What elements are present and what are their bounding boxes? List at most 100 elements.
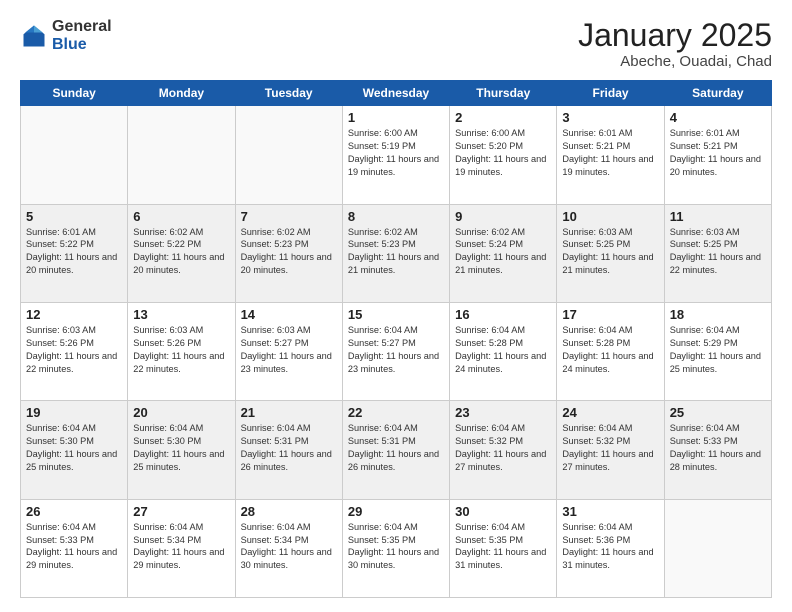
day-number: 3 xyxy=(562,110,658,125)
day-info: Sunrise: 6:02 AM Sunset: 5:23 PM Dayligh… xyxy=(241,226,337,278)
calendar-cell: 20Sunrise: 6:04 AM Sunset: 5:30 PM Dayli… xyxy=(128,401,235,499)
calendar-cell: 5 Sunrise: 6:01 AM Sunset: 5:22 PM Daylig… xyxy=(21,204,128,302)
day-number: 9 xyxy=(455,209,551,224)
day-info: Sunrise: 6:04 AM Sunset: 5:35 PM Dayligh… xyxy=(348,521,444,573)
calendar-cell: 2 Sunrise: 6:00 AM Sunset: 5:20 PM Daylig… xyxy=(450,106,557,204)
day-info: Sunrise: 6:04 AM Sunset: 5:31 PM Dayligh… xyxy=(241,422,337,474)
title-block: January 2025 Abeche, Ouadai, Chad xyxy=(578,18,772,70)
day-info: Sunrise: 6:03 AM Sunset: 5:26 PM Dayligh… xyxy=(133,324,229,376)
calendar-cell: 21 Sunrise: 6:04 AM Sunset: 5:31 PM Dayli… xyxy=(235,401,342,499)
day-info: Sunrise: 6:00 AM Sunset: 5:20 PM Dayligh… xyxy=(455,127,551,179)
location-title: Abeche, Ouadai, Chad xyxy=(578,53,772,70)
calendar-cell: 9 Sunrise: 6:02 AM Sunset: 5:24 PM Daylig… xyxy=(450,204,557,302)
day-number: 11 xyxy=(670,209,766,224)
calendar-cell: 6Sunrise: 6:02 AM Sunset: 5:22 PM Daylig… xyxy=(128,204,235,302)
day-info: Sunrise: 6:04 AM Sunset: 5:33 PM Dayligh… xyxy=(26,521,122,573)
day-info: Sunrise: 6:04 AM Sunset: 5:31 PM Dayligh… xyxy=(348,422,444,474)
logo-text: General Blue xyxy=(52,18,112,53)
calendar-cell: 27 Sunrise: 6:04 AM Sunset: 5:34 PM Dayli… xyxy=(128,499,235,597)
calendar-cell: 23 Sunrise: 6:04 AM Sunset: 5:32 PM Dayli… xyxy=(450,401,557,499)
calendar-cell: 15Sunrise: 6:04 AM Sunset: 5:27 PM Dayli… xyxy=(342,302,449,400)
day-number: 28 xyxy=(241,504,337,519)
header-wednesday: Wednesday xyxy=(342,81,449,106)
day-number: 21 xyxy=(241,405,337,420)
header-thursday: Thursday xyxy=(450,81,557,106)
day-info: Sunrise: 6:00 AM Sunset: 5:19 PM Dayligh… xyxy=(348,127,444,179)
calendar-cell: 28 Sunrise: 6:04 AM Sunset: 5:34 PM Dayli… xyxy=(235,499,342,597)
calendar-cell xyxy=(664,499,771,597)
calendar-cell xyxy=(235,106,342,204)
day-number: 7 xyxy=(241,209,337,224)
day-number: 31 xyxy=(562,504,658,519)
calendar-cell: 18 Sunrise: 6:04 AM Sunset: 5:29 PM Dayli… xyxy=(664,302,771,400)
day-info: Sunrise: 6:04 AM Sunset: 5:35 PM Dayligh… xyxy=(455,521,551,573)
month-title: January 2025 xyxy=(578,18,772,53)
day-number: 2 xyxy=(455,110,551,125)
header-friday: Friday xyxy=(557,81,664,106)
calendar-cell: 7 Sunrise: 6:02 AM Sunset: 5:23 PM Daylig… xyxy=(235,204,342,302)
day-number: 17 xyxy=(562,307,658,322)
day-number: 16 xyxy=(455,307,551,322)
calendar: Sunday Monday Tuesday Wednesday Thursday… xyxy=(20,80,772,598)
calendar-cell: 24 Sunrise: 6:04 AM Sunset: 5:32 PM Dayli… xyxy=(557,401,664,499)
calendar-week-row-2: 12 Sunrise: 6:03 AM Sunset: 5:26 PM Dayli… xyxy=(21,302,772,400)
day-info: Sunrise: 6:04 AM Sunset: 5:30 PM Dayligh… xyxy=(26,422,122,474)
day-number: 6 xyxy=(133,209,229,224)
calendar-cell: 3 Sunrise: 6:01 AM Sunset: 5:21 PM Daylig… xyxy=(557,106,664,204)
day-info: Sunrise: 6:04 AM Sunset: 5:32 PM Dayligh… xyxy=(455,422,551,474)
logo: General Blue xyxy=(20,18,112,53)
calendar-cell: 17 Sunrise: 6:04 AM Sunset: 5:28 PM Dayli… xyxy=(557,302,664,400)
calendar-cell: 12 Sunrise: 6:03 AM Sunset: 5:26 PM Dayli… xyxy=(21,302,128,400)
calendar-cell: 4 Sunrise: 6:01 AM Sunset: 5:21 PM Daylig… xyxy=(664,106,771,204)
day-number: 30 xyxy=(455,504,551,519)
day-info: Sunrise: 6:03 AM Sunset: 5:26 PM Dayligh… xyxy=(26,324,122,376)
calendar-week-row-1: 5 Sunrise: 6:01 AM Sunset: 5:22 PM Daylig… xyxy=(21,204,772,302)
calendar-cell: 16Sunrise: 6:04 AM Sunset: 5:28 PM Dayli… xyxy=(450,302,557,400)
day-number: 12 xyxy=(26,307,122,322)
day-number: 5 xyxy=(26,209,122,224)
weekday-header-row: Sunday Monday Tuesday Wednesday Thursday… xyxy=(21,81,772,106)
day-info: Sunrise: 6:04 AM Sunset: 5:34 PM Dayligh… xyxy=(241,521,337,573)
header-monday: Monday xyxy=(128,81,235,106)
day-info: Sunrise: 6:01 AM Sunset: 5:21 PM Dayligh… xyxy=(562,127,658,179)
day-number: 26 xyxy=(26,504,122,519)
day-info: Sunrise: 6:04 AM Sunset: 5:32 PM Dayligh… xyxy=(562,422,658,474)
calendar-cell: 19Sunrise: 6:04 AM Sunset: 5:30 PM Dayli… xyxy=(21,401,128,499)
calendar-week-row-3: 19Sunrise: 6:04 AM Sunset: 5:30 PM Dayli… xyxy=(21,401,772,499)
day-info: Sunrise: 6:03 AM Sunset: 5:25 PM Dayligh… xyxy=(670,226,766,278)
day-number: 14 xyxy=(241,307,337,322)
day-info: Sunrise: 6:02 AM Sunset: 5:24 PM Dayligh… xyxy=(455,226,551,278)
day-info: Sunrise: 6:04 AM Sunset: 5:33 PM Dayligh… xyxy=(670,422,766,474)
calendar-cell xyxy=(21,106,128,204)
day-info: Sunrise: 6:03 AM Sunset: 5:25 PM Dayligh… xyxy=(562,226,658,278)
calendar-cell: 25Sunrise: 6:04 AM Sunset: 5:33 PM Dayli… xyxy=(664,401,771,499)
header: General Blue January 2025 Abeche, Ouadai… xyxy=(20,18,772,70)
calendar-week-row-0: 1Sunrise: 6:00 AM Sunset: 5:19 PM Daylig… xyxy=(21,106,772,204)
day-info: Sunrise: 6:01 AM Sunset: 5:22 PM Dayligh… xyxy=(26,226,122,278)
day-number: 27 xyxy=(133,504,229,519)
day-info: Sunrise: 6:04 AM Sunset: 5:34 PM Dayligh… xyxy=(133,521,229,573)
day-info: Sunrise: 6:04 AM Sunset: 5:27 PM Dayligh… xyxy=(348,324,444,376)
day-number: 4 xyxy=(670,110,766,125)
calendar-cell: 1Sunrise: 6:00 AM Sunset: 5:19 PM Daylig… xyxy=(342,106,449,204)
day-info: Sunrise: 6:01 AM Sunset: 5:21 PM Dayligh… xyxy=(670,127,766,179)
header-tuesday: Tuesday xyxy=(235,81,342,106)
calendar-cell: 8Sunrise: 6:02 AM Sunset: 5:23 PM Daylig… xyxy=(342,204,449,302)
day-number: 23 xyxy=(455,405,551,420)
day-number: 8 xyxy=(348,209,444,224)
day-info: Sunrise: 6:04 AM Sunset: 5:36 PM Dayligh… xyxy=(562,521,658,573)
calendar-cell xyxy=(128,106,235,204)
calendar-cell: 10Sunrise: 6:03 AM Sunset: 5:25 PM Dayli… xyxy=(557,204,664,302)
day-number: 22 xyxy=(348,405,444,420)
day-number: 29 xyxy=(348,504,444,519)
day-number: 24 xyxy=(562,405,658,420)
day-info: Sunrise: 6:04 AM Sunset: 5:28 PM Dayligh… xyxy=(562,324,658,376)
logo-icon xyxy=(20,22,48,50)
day-info: Sunrise: 6:03 AM Sunset: 5:27 PM Dayligh… xyxy=(241,324,337,376)
day-info: Sunrise: 6:04 AM Sunset: 5:29 PM Dayligh… xyxy=(670,324,766,376)
day-number: 18 xyxy=(670,307,766,322)
header-saturday: Saturday xyxy=(664,81,771,106)
calendar-week-row-4: 26 Sunrise: 6:04 AM Sunset: 5:33 PM Dayli… xyxy=(21,499,772,597)
logo-general-text: General xyxy=(52,18,112,36)
calendar-cell: 13Sunrise: 6:03 AM Sunset: 5:26 PM Dayli… xyxy=(128,302,235,400)
